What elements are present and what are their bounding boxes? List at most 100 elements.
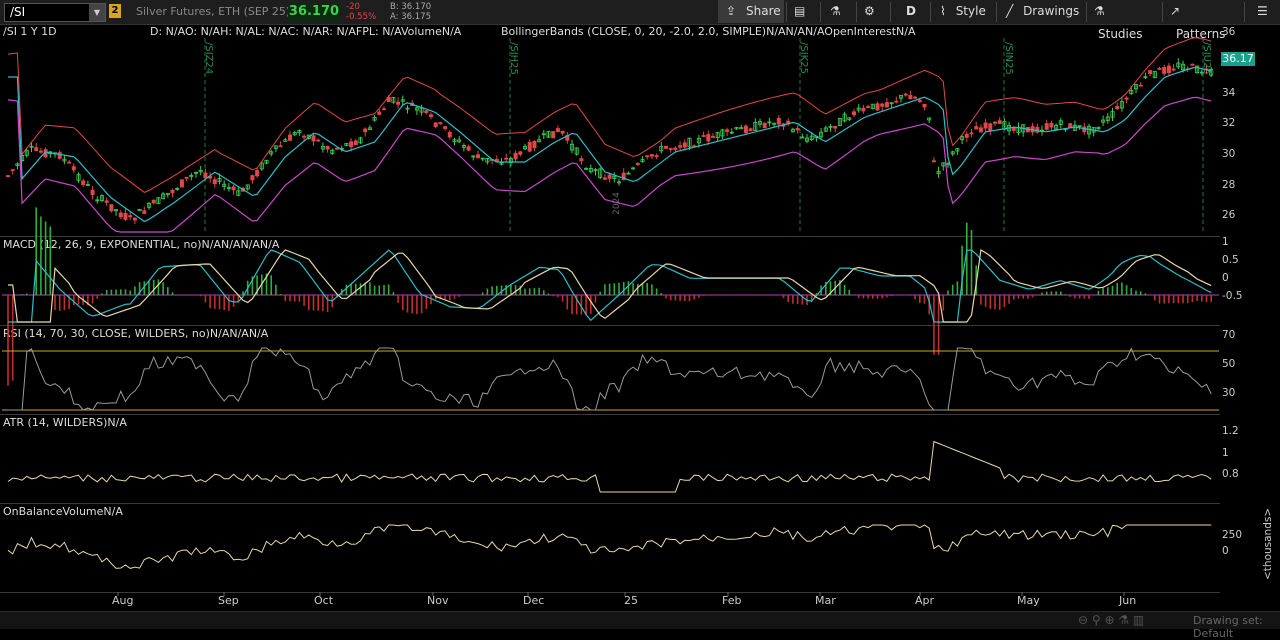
candle-body bbox=[894, 100, 899, 103]
candle-body bbox=[748, 128, 753, 132]
candle-body bbox=[90, 189, 95, 196]
chart-canvas[interactable] bbox=[0, 0, 1280, 628]
candle-body bbox=[316, 139, 321, 142]
candle-body bbox=[743, 125, 748, 133]
candle-body bbox=[104, 200, 109, 203]
rsi-line bbox=[8, 347, 1212, 411]
candle-body bbox=[179, 179, 184, 188]
candle-body bbox=[34, 147, 39, 151]
candle-body bbox=[311, 135, 316, 142]
candle-body bbox=[325, 145, 330, 150]
candle-body bbox=[278, 145, 283, 148]
candle-body bbox=[67, 161, 72, 164]
candle-body bbox=[518, 151, 523, 155]
candle-body bbox=[349, 141, 354, 148]
candle-body bbox=[852, 111, 857, 116]
candle-body bbox=[475, 154, 480, 159]
candle-body bbox=[884, 102, 889, 108]
candle-body bbox=[81, 180, 86, 185]
bollinger-lower-line bbox=[7, 96, 1212, 233]
candle-body bbox=[913, 96, 918, 99]
candle-body bbox=[701, 135, 706, 137]
candle-body bbox=[142, 210, 147, 214]
candle-body bbox=[964, 133, 969, 138]
candle-body bbox=[250, 175, 255, 181]
candle-body bbox=[109, 204, 114, 212]
candle-body bbox=[132, 217, 137, 221]
candle-body bbox=[1138, 84, 1143, 87]
candle-body bbox=[673, 147, 678, 150]
candle-body bbox=[6, 175, 11, 177]
candle-body bbox=[128, 215, 133, 218]
candle-body bbox=[123, 213, 128, 220]
candle-body bbox=[551, 131, 556, 139]
candle-body bbox=[353, 140, 358, 146]
candle-body bbox=[678, 145, 683, 148]
candle-body bbox=[917, 99, 922, 103]
candle-body bbox=[1157, 68, 1162, 70]
candle-body bbox=[1148, 70, 1153, 74]
candle-body bbox=[978, 127, 983, 133]
candle-body bbox=[1082, 126, 1087, 133]
bollinger-upper-line bbox=[7, 37, 1212, 193]
candle-body bbox=[1049, 122, 1054, 128]
candle-body bbox=[1171, 68, 1176, 71]
candle-body bbox=[57, 152, 62, 159]
candle-body bbox=[682, 142, 687, 148]
candle-body bbox=[983, 122, 988, 129]
candle-body bbox=[762, 122, 767, 129]
candle-body bbox=[212, 179, 217, 185]
candle-body bbox=[1115, 106, 1120, 110]
candle-body bbox=[969, 132, 974, 135]
candle-body bbox=[428, 114, 433, 118]
candle-body bbox=[875, 103, 880, 111]
candle-body bbox=[1124, 97, 1129, 100]
candle-body bbox=[833, 125, 838, 129]
candle-body bbox=[931, 160, 936, 163]
candle-body bbox=[560, 130, 565, 134]
candle-body bbox=[334, 147, 339, 150]
candle-body bbox=[861, 107, 866, 112]
candle-body bbox=[255, 170, 260, 177]
candle-body bbox=[231, 186, 236, 191]
candle-body bbox=[922, 103, 927, 108]
candle-body bbox=[974, 126, 979, 130]
candle-body bbox=[363, 128, 368, 133]
candle-body bbox=[706, 134, 711, 142]
candle-body bbox=[1011, 127, 1016, 131]
candle-body bbox=[579, 158, 584, 162]
candle-body bbox=[993, 121, 998, 124]
candle-body bbox=[997, 120, 1002, 125]
candle-body bbox=[711, 136, 716, 138]
candle-body bbox=[118, 212, 123, 218]
candle-body bbox=[654, 155, 659, 158]
candle-body bbox=[38, 150, 43, 153]
candle-body bbox=[725, 129, 730, 132]
candle-body bbox=[396, 101, 401, 105]
candle-body bbox=[513, 152, 518, 160]
candle-body bbox=[664, 145, 669, 149]
candle-body bbox=[649, 154, 654, 157]
candle-body bbox=[532, 140, 537, 149]
candle-body bbox=[880, 103, 885, 107]
candle-body bbox=[443, 126, 448, 129]
candle-body bbox=[1044, 123, 1049, 130]
candle-body bbox=[555, 128, 560, 133]
candle-body bbox=[1068, 123, 1073, 128]
candle-body bbox=[287, 134, 292, 141]
candle-body bbox=[151, 199, 156, 204]
candle-body bbox=[795, 128, 800, 131]
candle-body bbox=[184, 176, 189, 179]
candle-body bbox=[866, 106, 871, 108]
candle-body bbox=[377, 111, 382, 115]
candle-body bbox=[381, 108, 386, 111]
candle-body bbox=[668, 148, 673, 150]
candle-body bbox=[1166, 65, 1171, 74]
candle-body bbox=[504, 157, 509, 160]
candle-body bbox=[607, 174, 612, 179]
atr-line bbox=[7, 440, 1212, 493]
candle-body bbox=[1190, 63, 1195, 66]
bollinger-mid-line bbox=[8, 66, 1212, 223]
candle-body bbox=[635, 163, 640, 165]
candle-body bbox=[776, 117, 781, 125]
